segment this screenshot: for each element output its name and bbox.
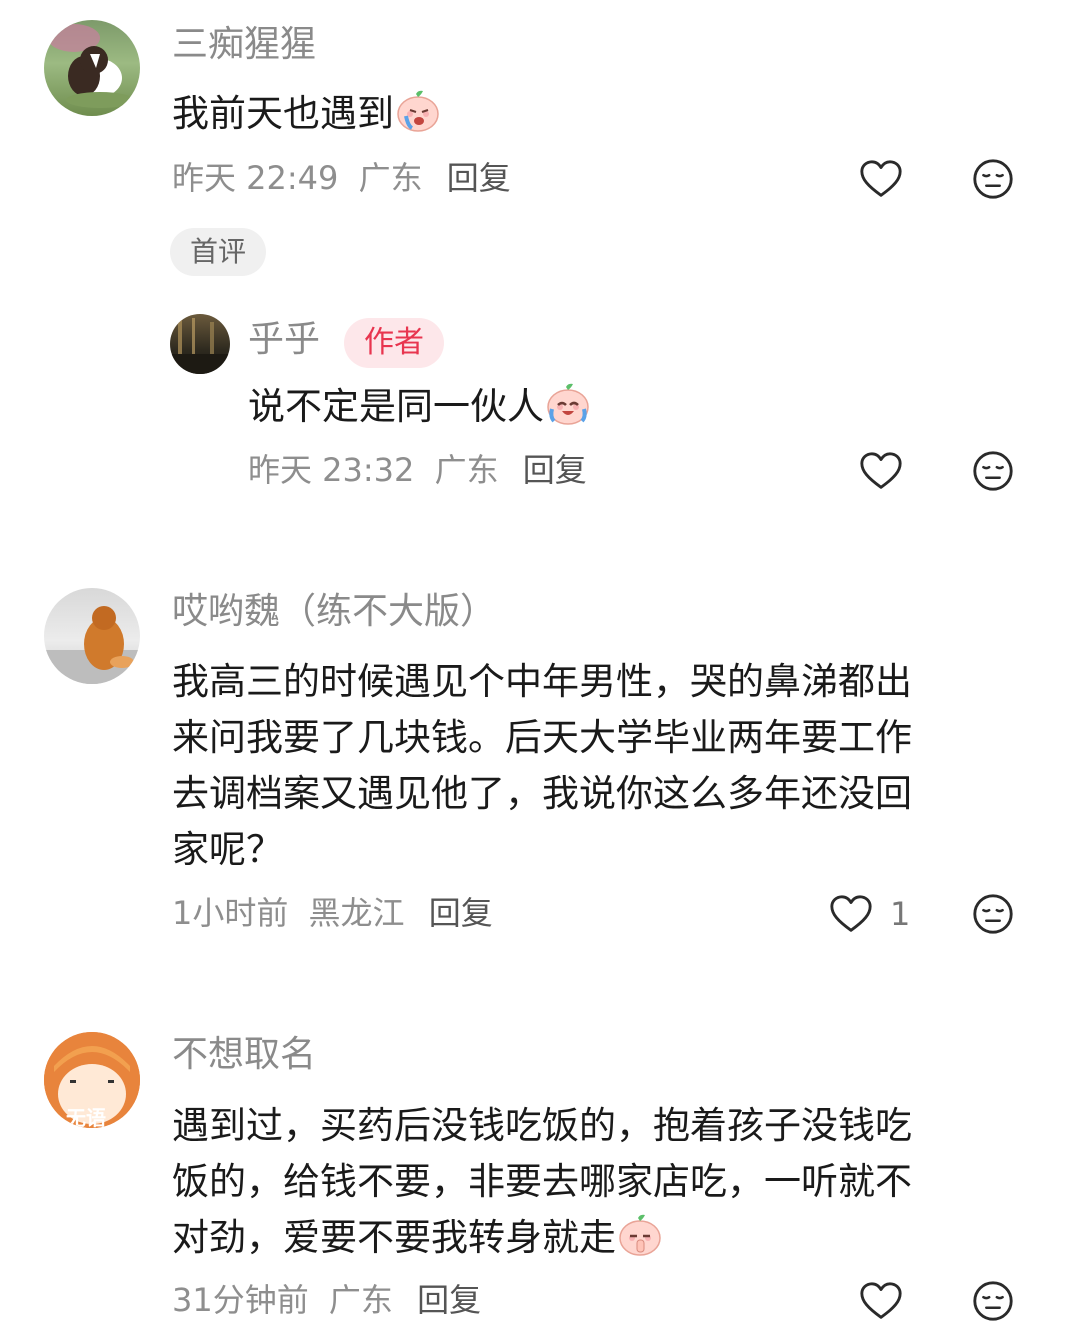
comment-text: 我前天也遇到 [172, 86, 442, 150]
like-button[interactable] [858, 448, 904, 494]
heart-icon [858, 448, 904, 494]
heart-icon [858, 1278, 904, 1324]
crying-face-emoji [394, 86, 442, 150]
comment-meta: 昨天 23:32 广东 回复 [248, 454, 587, 486]
comment-text-content: 说不定是同一伙人 [248, 385, 544, 428]
dislike-button[interactable] [970, 1278, 1016, 1324]
comment-text-line: 我高三的时候遇见个中年男性，哭的鼻涕都出 [172, 660, 912, 703]
comment-time: 1小时前 [172, 894, 289, 932]
avatar[interactable] [44, 588, 140, 684]
comment-text-line: 遇到过，买药后没钱吃饭的，抱着孩子没钱吃 [172, 1104, 912, 1147]
avatar[interactable] [170, 314, 230, 374]
reply-button[interactable]: 回复 [447, 159, 511, 197]
forest-avatar-image [170, 318, 230, 374]
meh-face-icon [970, 448, 1016, 494]
reply-button[interactable]: 回复 [429, 894, 493, 932]
dislike-button[interactable] [970, 891, 1016, 937]
author-badge: 作者 [344, 318, 444, 368]
laugh-cry-emoji [544, 379, 592, 443]
heart-icon [828, 891, 874, 937]
username[interactable]: 不想取名 [172, 1037, 316, 1073]
heart-icon [858, 156, 904, 202]
username[interactable]: 哎哟魏（练不大版） [172, 594, 496, 630]
dislike-button[interactable] [970, 156, 1016, 202]
like-button[interactable] [858, 1278, 904, 1324]
comment-text: 遇到过，买药后没钱吃饭的，抱着孩子没钱吃 饭的，给钱不要，非要去哪家店吃，一听就… [172, 1098, 1022, 1274]
meh-face-icon [970, 1278, 1016, 1324]
comment-text: 我高三的时候遇见个中年男性，哭的鼻涕都出 来问我要了几块钱。后天大学毕业两年要工… [172, 654, 1022, 878]
comment-meta: 31分钟前 广东 回复 [172, 1284, 481, 1316]
comment-location: 广东 [328, 1281, 393, 1319]
shush-emoji [616, 1210, 664, 1274]
comment-location: 黑龙江 [308, 894, 405, 932]
dislike-button[interactable] [970, 448, 1016, 494]
comment-meta: 1小时前 黑龙江 回复 [172, 897, 493, 929]
username[interactable]: 三痴猩猩 [172, 27, 316, 63]
reply-button[interactable]: 回复 [523, 451, 587, 489]
first-comment-badge: 首评 [170, 228, 267, 276]
comment-meta: 昨天 22:49 广东 回复 [172, 162, 511, 194]
comment-time: 31分钟前 [172, 1281, 309, 1319]
comment-text-line: 饭的，给钱不要，非要去哪家店吃，一听就不 [172, 1160, 912, 1203]
comment-text-line: 家呢？ [172, 828, 283, 871]
comment-time: 昨天 22:49 [172, 159, 339, 197]
comment-time: 昨天 23:32 [248, 451, 415, 489]
like-button[interactable] [858, 156, 904, 202]
avatar-caption: 无语 [66, 1106, 106, 1128]
comment-text-content: 我前天也遇到 [172, 92, 394, 135]
cat-avatar-image [44, 606, 140, 684]
meh-face-icon [970, 156, 1016, 202]
avatar[interactable]: 无语 [44, 1032, 140, 1128]
comment-text-line: 去调档案又遇见他了，我说你这么多年还没回 [172, 772, 912, 815]
reply-button[interactable]: 回复 [417, 1281, 481, 1319]
comment-text-content: 对劲，爱要不要我转身就走 [172, 1216, 616, 1259]
meh-face-icon [970, 891, 1016, 937]
like-button[interactable] [828, 891, 874, 937]
avatar[interactable] [44, 20, 140, 116]
comment-text: 说不定是同一伙人 [248, 379, 592, 443]
username[interactable]: 乎乎 [248, 322, 320, 358]
comment-text-line: 来问我要了几块钱。后天大学毕业两年要工作 [172, 716, 912, 759]
comment-location: 广东 [358, 159, 423, 197]
like-count: 1 [890, 895, 911, 933]
dog-avatar-image [48, 24, 134, 108]
comment-location: 广东 [434, 451, 499, 489]
comment-text-line-last: 对劲，爱要不要我转身就走 [172, 1210, 1022, 1274]
